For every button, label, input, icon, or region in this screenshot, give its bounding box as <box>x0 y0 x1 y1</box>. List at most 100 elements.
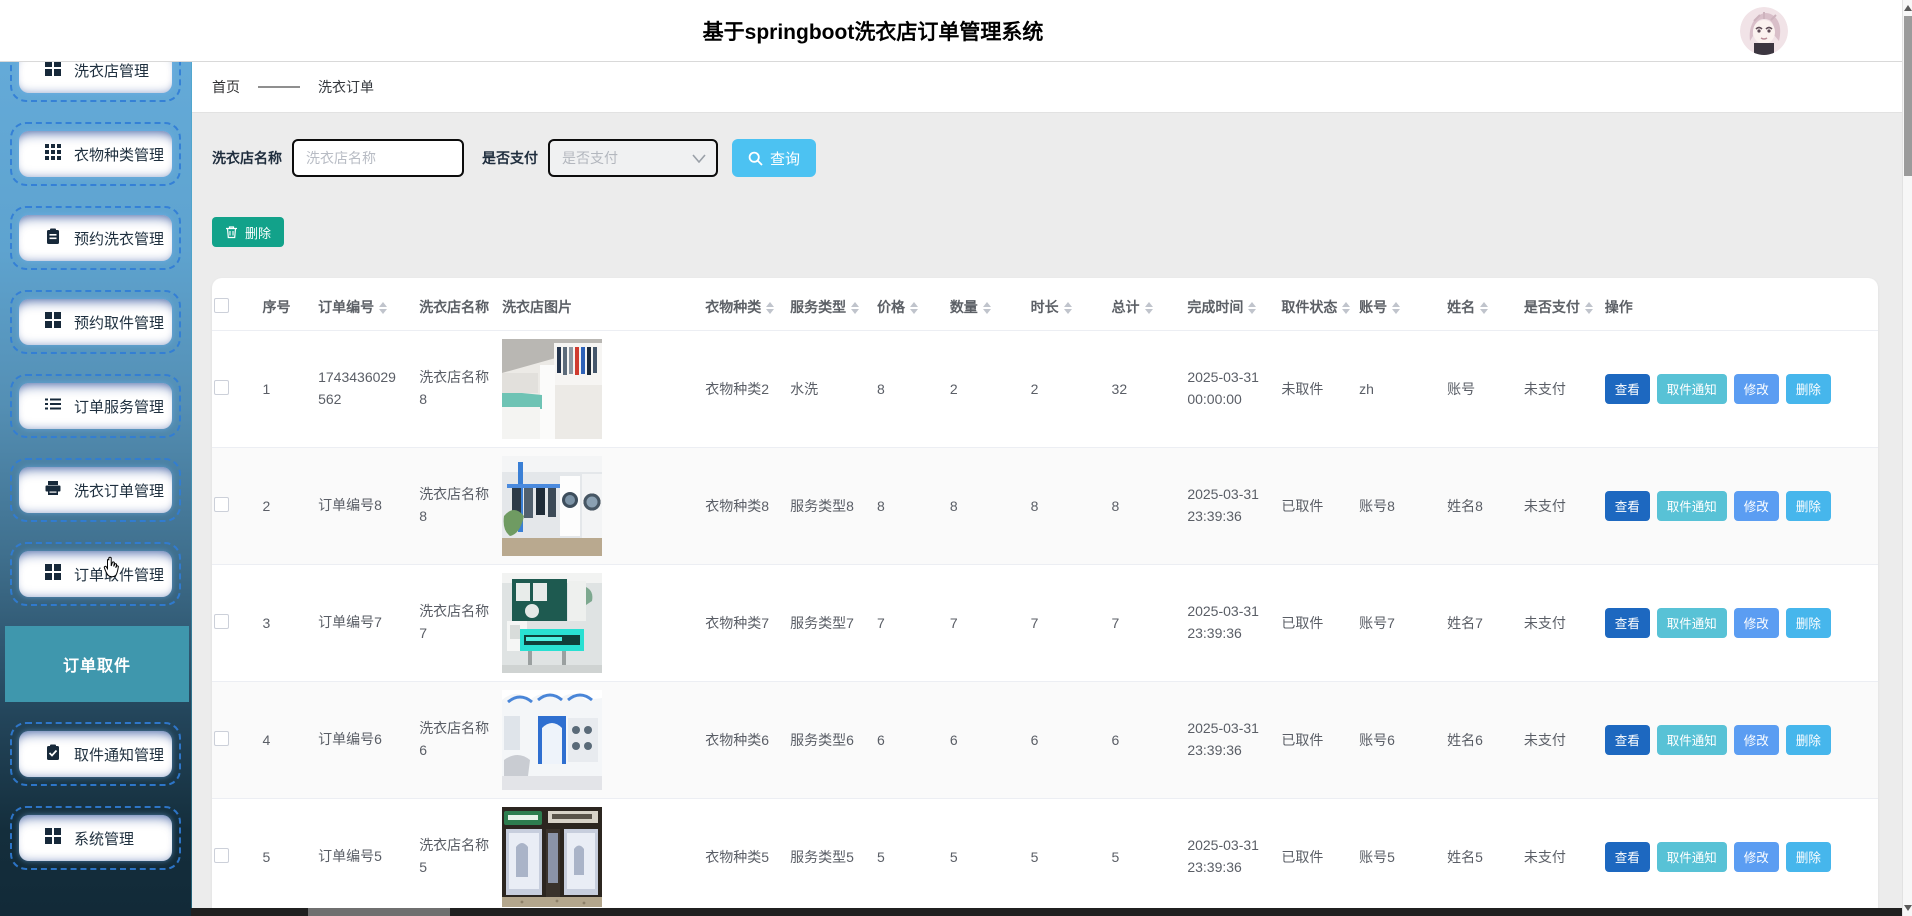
column-header-clothing[interactable]: 衣物种类 <box>703 278 788 330</box>
scroll-up-arrow[interactable] <box>1904 5 1912 11</box>
vertical-scrollbar[interactable] <box>1902 0 1912 916</box>
sidebar-item-button[interactable]: 取件通知管理 <box>19 731 172 777</box>
cell-qty: 5 <box>948 798 1029 915</box>
sidebar-item-9[interactable]: 系统管理 <box>10 806 181 870</box>
row-checkbox[interactable] <box>214 497 229 512</box>
sidebar-item-button[interactable]: 洗衣订单管理 <box>19 467 172 513</box>
shop-name-input[interactable] <box>292 139 464 177</box>
scroll-down-arrow[interactable] <box>1904 905 1912 911</box>
cell-clothing: 衣物种类7 <box>703 564 788 681</box>
horizontal-scrollbar[interactable] <box>191 908 1902 916</box>
sort-caret-icon[interactable] <box>910 302 918 314</box>
paid-select[interactable]: 是否支付 <box>548 139 718 177</box>
sidebar-item-button[interactable]: 洗衣店管理 <box>19 62 172 93</box>
bulk-delete-button[interactable]: 删除 <box>212 217 284 247</box>
view-button[interactable]: 查看 <box>1605 491 1650 521</box>
sort-caret-icon[interactable] <box>766 302 774 314</box>
column-header-duration[interactable]: 时长 <box>1029 278 1110 330</box>
sidebar-item-button[interactable]: 订单服务管理 <box>19 383 172 429</box>
column-header-account[interactable]: 账号 <box>1357 278 1445 330</box>
sidebar-item-2[interactable]: 预约洗衣管理 <box>10 206 181 270</box>
view-button[interactable]: 查看 <box>1605 374 1650 404</box>
cell-sel <box>212 681 261 798</box>
sort-caret-icon[interactable] <box>1392 302 1400 314</box>
view-button[interactable]: 查看 <box>1605 608 1650 638</box>
row-checkbox[interactable] <box>214 380 229 395</box>
vertical-scroll-thumb[interactable] <box>1904 16 1912 176</box>
breadcrumb-home[interactable]: 首页 <box>212 77 240 97</box>
sort-caret-icon[interactable] <box>1145 302 1153 314</box>
sidebar-item-4[interactable]: 订单服务管理 <box>10 374 181 438</box>
column-header-name[interactable]: 姓名 <box>1445 278 1522 330</box>
pickup-notice-button[interactable]: 取件通知 <box>1657 374 1727 404</box>
sort-caret-icon[interactable] <box>379 302 387 314</box>
pickup-notice-button[interactable]: 取件通知 <box>1657 725 1727 755</box>
cell-paid: 未支付 <box>1522 681 1603 798</box>
view-button[interactable]: 查看 <box>1605 842 1650 872</box>
cell-service: 服务类型8 <box>788 447 875 564</box>
sort-caret-icon[interactable] <box>1585 302 1593 314</box>
cell-sel <box>212 798 261 915</box>
delete-row-button[interactable]: 删除 <box>1786 725 1831 755</box>
sidebar-item-6[interactable]: 订单取件管理 <box>10 542 181 606</box>
sort-caret-icon[interactable] <box>983 302 991 314</box>
avatar[interactable] <box>1740 7 1788 55</box>
column-header-paid[interactable]: 是否支付 <box>1522 278 1603 330</box>
sort-caret-icon[interactable] <box>1342 302 1350 314</box>
sidebar-item-5[interactable]: 洗衣订单管理 <box>10 458 181 522</box>
pickup-notice-button[interactable]: 取件通知 <box>1657 842 1727 872</box>
shop-photo-washing-machines <box>502 456 699 556</box>
cell-duration: 5 <box>1029 798 1110 915</box>
column-label: 时长 <box>1031 299 1059 315</box>
sidebar-item-button[interactable]: 衣物种类管理 <box>19 131 172 177</box>
sidebar-submenu-active[interactable]: 订单取件 <box>5 626 189 702</box>
row-checkbox[interactable] <box>214 848 229 863</box>
search-button[interactable]: 查询 <box>732 139 816 177</box>
edit-button[interactable]: 修改 <box>1734 842 1779 872</box>
column-header-total[interactable]: 总计 <box>1110 278 1186 330</box>
cell-account: 账号7 <box>1357 564 1445 681</box>
sidebar-item-label: 衣物种类管理 <box>74 144 164 165</box>
delete-row-button[interactable]: 删除 <box>1786 374 1831 404</box>
view-button[interactable]: 查看 <box>1605 725 1650 755</box>
sidebar-item-button[interactable]: 系统管理 <box>19 815 172 861</box>
edit-button[interactable]: 修改 <box>1734 725 1779 755</box>
edit-button[interactable]: 修改 <box>1734 608 1779 638</box>
horizontal-scroll-thumb[interactable] <box>308 908 450 916</box>
pickup-notice-button[interactable]: 取件通知 <box>1657 491 1727 521</box>
column-header-price[interactable]: 价格 <box>875 278 948 330</box>
sort-caret-icon[interactable] <box>1064 302 1072 314</box>
sidebar-item-1[interactable]: 衣物种类管理 <box>10 122 181 186</box>
row-checkbox[interactable] <box>214 614 229 629</box>
cell-index: 1 <box>261 330 317 447</box>
column-header-finish[interactable]: 完成时间 <box>1185 278 1279 330</box>
column-header-order_no[interactable]: 订单编号 <box>316 278 417 330</box>
cell-name: 姓名7 <box>1445 564 1522 681</box>
column-header-qty[interactable]: 数量 <box>948 278 1029 330</box>
sidebar-item-button[interactable]: 预约洗衣管理 <box>19 215 172 261</box>
sidebar-item-3[interactable]: 预约取件管理 <box>10 290 181 354</box>
sort-caret-icon[interactable] <box>1248 302 1256 314</box>
filter-row: 洗衣店名称 是否支付 是否支付 查询 <box>212 139 1878 177</box>
column-header-sel <box>212 278 261 330</box>
sidebar-item-button[interactable]: 订单取件管理 <box>19 551 172 597</box>
column-label: 是否支付 <box>1524 299 1580 315</box>
sidebar-item-button[interactable]: 预约取件管理 <box>19 299 172 345</box>
cell-finish: 2025-03-31 23:39:36 <box>1185 564 1279 681</box>
grid4-icon <box>45 312 61 332</box>
sidebar-item-8[interactable]: 取件通知管理 <box>10 722 181 786</box>
delete-row-button[interactable]: 删除 <box>1786 842 1831 872</box>
select-all-checkbox[interactable] <box>214 298 229 313</box>
sort-caret-icon[interactable] <box>1480 302 1488 314</box>
row-checkbox[interactable] <box>214 731 229 746</box>
pickup-notice-button[interactable]: 取件通知 <box>1657 608 1727 638</box>
edit-button[interactable]: 修改 <box>1734 491 1779 521</box>
delete-row-button[interactable]: 删除 <box>1786 491 1831 521</box>
delete-row-button[interactable]: 删除 <box>1786 608 1831 638</box>
column-header-service[interactable]: 服务类型 <box>788 278 875 330</box>
edit-button[interactable]: 修改 <box>1734 374 1779 404</box>
sidebar-item-0[interactable]: 洗衣店管理 <box>10 62 181 102</box>
column-header-pickup[interactable]: 取件状态 <box>1279 278 1357 330</box>
sort-caret-icon[interactable] <box>851 302 859 314</box>
column-label: 订单编号 <box>318 299 374 315</box>
